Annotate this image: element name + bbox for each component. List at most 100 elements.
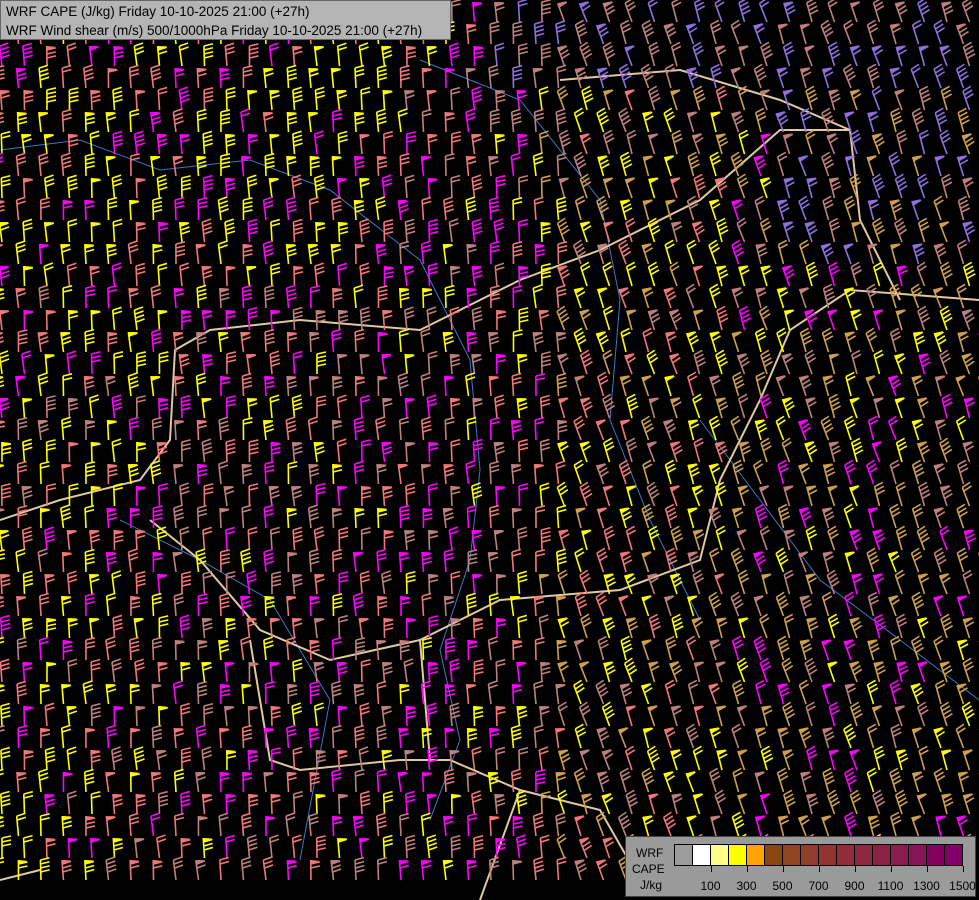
barb-feather [557,384,568,389]
barb-feather [512,372,522,377]
barb-feather [449,218,459,223]
barb-feather [532,284,543,289]
wind-barb [180,175,192,199]
wind-barb [602,261,613,287]
wind-barb [540,263,552,287]
wind-barb [105,156,116,177]
barb-feather [243,209,253,213]
wind-barb [670,41,682,67]
barb-feather [354,424,365,429]
barb-feather [0,226,10,231]
barb-feather [108,469,118,473]
wind-barb [911,419,924,441]
barb-feather [292,394,302,399]
barb-feather [152,196,162,201]
barb-feather [332,108,342,113]
barb-feather [202,226,213,231]
wind-barb [759,393,772,419]
barb-feather [495,138,506,143]
barb-feather [226,90,236,95]
barb-feather [135,142,146,147]
wind-barb [156,46,168,67]
barb-feather [740,269,750,276]
barb-feather [473,270,483,275]
barb-feather [337,262,348,267]
barb-feather [831,445,840,452]
barb-feather [46,439,56,443]
barb-feather [383,450,393,455]
barb-feather [649,265,659,272]
barb-feather [696,97,706,104]
barb-feather [694,0,704,4]
barb-feather [46,443,56,447]
barb-feather [361,318,371,323]
wind-barb [84,111,95,133]
barb-feather [406,230,416,235]
barb-feather [136,363,147,367]
barb-feather [496,174,506,179]
wind-barb [939,45,951,67]
barb-staff [264,331,267,353]
barb-feather [844,195,853,202]
barb-flag [596,331,606,338]
barb-flag [933,287,943,294]
barb-feather [466,200,476,205]
barb-feather [943,181,953,188]
barb-feather [829,217,839,224]
barb-feather [534,20,544,25]
barb-feather [112,182,123,187]
barb-feather [359,42,369,47]
barb-feather [111,394,122,399]
barb-feather [150,464,161,469]
barb-feather [263,196,273,201]
wind-barb [955,63,969,89]
barb-flag [956,23,966,29]
barb-feather [85,121,95,125]
barb-feather [264,72,274,77]
barb-feather [265,384,275,389]
wind-barb [849,89,862,111]
barb-feather [331,328,342,333]
wind-barb [850,309,862,331]
wind-barb [961,309,975,331]
wind-barb [866,19,879,45]
barb-feather [718,137,728,144]
barb-feather [606,9,616,16]
barb-feather [130,112,140,117]
barb-feather [399,240,410,245]
barb-feather [489,340,500,345]
barb-feather [805,129,815,136]
wind-barb [844,155,856,177]
wind-barb [940,173,953,199]
wind-barb [105,112,117,133]
wind-barb [687,151,700,177]
wind-barb [873,397,884,419]
barb-flag [798,155,808,162]
barb-feather [711,423,721,430]
barb-feather [599,159,609,166]
wind-barb [316,395,327,419]
barb-feather [399,332,409,337]
wind-barb [472,2,483,23]
barb-feather [960,203,970,210]
barb-feather [451,90,461,95]
wind-barb [471,218,483,243]
barb-feather [159,351,169,355]
barb-feather [914,467,924,474]
barb-feather [271,362,281,367]
wind-barb [685,283,696,309]
barb-feather [690,423,700,430]
barb-flag [737,353,747,360]
wind-barb [0,376,5,389]
barb-feather [376,424,386,429]
barb-feather [310,164,320,169]
barb-feather [763,269,772,276]
wind-barb [714,177,728,199]
barb-feather [489,460,500,465]
barb-flag [692,133,702,140]
barb-feather [494,218,504,223]
wind-barb [397,199,409,221]
barb-feather [157,138,168,143]
wind-barb [287,461,298,485]
barb-feather [534,416,545,421]
